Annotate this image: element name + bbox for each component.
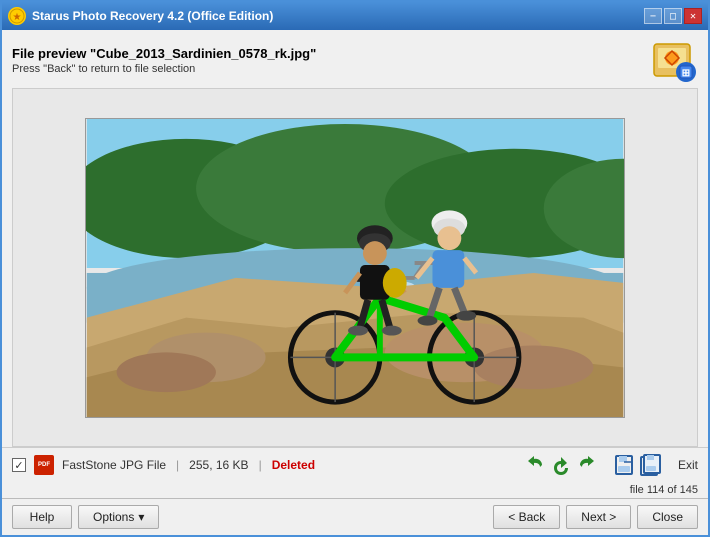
options-label: Options xyxy=(93,510,134,524)
dropdown-arrow-icon: ▾ xyxy=(138,510,144,524)
separator-2: | xyxy=(259,458,262,472)
exit-button[interactable]: Exit xyxy=(678,458,698,472)
file-counter-text: file 114 of 145 xyxy=(630,484,698,496)
file-preview-title: File preview "Cube_2013_Sardinien_0578_r… xyxy=(12,46,316,61)
file-type-icon: PDF xyxy=(34,455,54,475)
file-checkbox[interactable]: ✓ xyxy=(12,458,26,472)
maximize-button[interactable]: □ xyxy=(664,8,682,24)
content-area: File preview "Cube_2013_Sardinien_0578_r… xyxy=(2,30,708,535)
recover-current-icon[interactable] xyxy=(550,454,572,476)
app-logo: + ⊞ xyxy=(650,36,698,84)
svg-text:★: ★ xyxy=(13,12,22,23)
save-file-icon[interactable] xyxy=(614,454,636,476)
app-icon: ★ xyxy=(8,7,26,25)
recover-icons xyxy=(524,454,598,476)
save-all-icon[interactable] xyxy=(640,454,662,476)
recover-prev-icon[interactable] xyxy=(524,454,546,476)
svg-text:⊞: ⊞ xyxy=(682,68,690,79)
photo-preview-container xyxy=(12,88,698,447)
header-area: File preview "Cube_2013_Sardinien_0578_r… xyxy=(2,30,708,88)
main-window: ★ Starus Photo Recovery 4.2 (Office Edit… xyxy=(0,0,710,537)
close-button[interactable]: ✕ xyxy=(684,8,702,24)
window-title: Starus Photo Recovery 4.2 (Office Editio… xyxy=(32,9,273,23)
next-button[interactable]: Next > xyxy=(566,505,631,529)
options-button[interactable]: Options ▾ xyxy=(78,505,159,529)
file-size: 255, 16 KB xyxy=(189,458,248,472)
title-bar: ★ Starus Photo Recovery 4.2 (Office Edit… xyxy=(2,2,708,30)
close-button-bottom[interactable]: Close xyxy=(637,505,698,529)
back-button[interactable]: < Back xyxy=(493,505,560,529)
title-buttons: − □ ✕ xyxy=(644,8,702,24)
back-hint: Press "Back" to return to file selection xyxy=(12,63,316,75)
header-text: File preview "Cube_2013_Sardinien_0578_r… xyxy=(12,46,316,75)
minimize-button[interactable]: − xyxy=(644,8,662,24)
recover-next-icon[interactable] xyxy=(576,454,598,476)
file-type-label: FastStone JPG File xyxy=(62,458,166,472)
help-button[interactable]: Help xyxy=(12,505,72,529)
title-bar-left: ★ Starus Photo Recovery 4.2 (Office Edit… xyxy=(8,7,273,25)
save-icons xyxy=(614,454,662,476)
file-counter: file 114 of 145 xyxy=(2,482,708,498)
bottom-bar: Help Options ▾ < Back Next > Close xyxy=(2,498,708,535)
file-info-bar: ✓ PDF FastStone JPG File | 255, 16 KB | … xyxy=(2,447,708,482)
separator-1: | xyxy=(176,458,179,472)
file-status: Deleted xyxy=(272,458,315,472)
photo-preview-image xyxy=(85,118,625,418)
